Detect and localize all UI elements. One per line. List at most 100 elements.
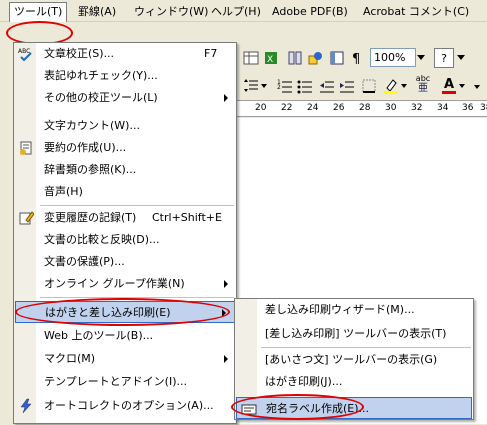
menu-item-notation-check[interactable]: 表記ゆれチェック(Y)...: [14, 65, 236, 87]
menu-item-show-greeting-toolbar[interactable]: [あいさつ文] ツールバーの表示(G): [235, 349, 473, 371]
menu-window[interactable]: ウィンドウ(W): [130, 3, 212, 20]
menu-item-show-mail-merge-toolbar[interactable]: [差し込み印刷] ツールバーの表示(T): [235, 323, 473, 345]
track-changes-icon: [18, 210, 35, 226]
menu-item-protect-document[interactable]: 文書の保護(P)...: [14, 251, 236, 273]
svg-text:X: X: [267, 55, 273, 65]
phonetic-abc-label: abc: [415, 73, 431, 83]
columns-icon[interactable]: [286, 48, 304, 68]
menu-acrobat-comments[interactable]: Acrobat コメント(C): [359, 3, 473, 20]
svg-text:ABC: ABC: [18, 48, 30, 55]
tools-menu: ABC 文章校正(S)... F7 表記ゆれチェック(Y)... その他の校正ツ…: [13, 42, 237, 424]
formatting-toolbar: 12 abc 亜 A: [236, 72, 487, 100]
menu-item-label: その他の校正ツール(L): [44, 91, 158, 104]
menu-separator: [40, 205, 234, 206]
menu-item-postcard-print[interactable]: はがき印刷(J)...: [235, 371, 473, 393]
menu-item-other-proofing-tools[interactable]: その他の校正ツール(L): [14, 87, 236, 109]
menu-item-label: テンプレートとアドイン(I)...: [44, 375, 187, 388]
document-map-icon[interactable]: [328, 48, 346, 68]
line-spacing-icon[interactable]: [242, 76, 260, 96]
horizontal-ruler[interactable]: 8 20 22 24 26 28 30 32 34 36 38: [232, 100, 487, 117]
excel-sheet-icon[interactable]: X: [262, 48, 280, 68]
submenu-arrow-icon: [224, 355, 228, 363]
menu-item-dictionary[interactable]: 辞書類の参照(K)...: [14, 159, 236, 181]
menu-item-address-label[interactable]: 宛名ラベル作成(E)...: [236, 397, 472, 419]
menu-item-autosummarize[interactable]: 要約の作成(U)...: [14, 137, 236, 159]
menu-item-mail-merge-wizard[interactable]: 差し込み印刷ウィザード(M)...: [235, 299, 473, 321]
menu-item-label: はがきと差し込み印刷(E): [45, 306, 171, 319]
menu-item-label: [あいさつ文] ツールバーの表示(G): [265, 353, 438, 366]
zoom-select[interactable]: 100%: [370, 48, 416, 67]
decrease-indent-icon[interactable]: [318, 76, 336, 96]
menu-item-letters-mailings[interactable]: はがきと差し込み印刷(E): [15, 301, 235, 323]
menu-item-label: 差し込み印刷ウィザード(M)...: [265, 303, 415, 316]
menu-item-label: オンライン グループ作業(N): [44, 277, 185, 290]
numbering-icon[interactable]: 12: [276, 76, 294, 96]
phonetic-kanji-glyph: 亜: [418, 82, 428, 94]
ruler-tick: 20: [255, 103, 267, 113]
toolbar-options-icon[interactable]: [472, 76, 482, 96]
menu-item-proofing[interactable]: ABC 文章校正(S)... F7: [14, 43, 236, 65]
phonetic-guide-icon[interactable]: abc 亜: [412, 74, 434, 94]
border-icon[interactable]: [360, 76, 378, 96]
menu-bar: ツール(T) 罫線(A) ウィンドウ(W) ヘルプ(H) Adobe PDF(B…: [0, 0, 487, 22]
menu-item-label: [差し込み印刷] ツールバーの表示(T): [265, 327, 447, 340]
menu-item-label: はがき印刷(J)...: [265, 375, 343, 388]
menu-item-label: 変更履歴の記録(T): [44, 211, 137, 224]
menu-item-label: 表記ゆれチェック(Y)...: [44, 69, 158, 82]
menu-item-partial[interactable]: [14, 419, 236, 425]
menu-item-label: 辞書類の参照(K)...: [44, 163, 137, 176]
autosummarize-icon: [18, 140, 34, 156]
insert-table-icon[interactable]: [242, 48, 260, 68]
menu-item-label: 音声(H): [44, 185, 83, 198]
font-color-icon[interactable]: A: [440, 76, 458, 96]
menu-item-label: Web 上のツール(B)...: [44, 329, 154, 342]
ruler-tick: 36: [462, 103, 474, 113]
menu-item-online-collaboration[interactable]: オンライン グループ作業(N): [14, 273, 236, 295]
bullets-icon[interactable]: [296, 76, 314, 96]
menu-item-label: 文字カウント(W)...: [44, 119, 140, 132]
standard-toolbar: X ¶ 100% ?: [236, 44, 487, 72]
font-color-dropdown-icon[interactable]: [458, 76, 466, 96]
ruler-tick: 26: [333, 103, 345, 113]
menu-adobe-pdf[interactable]: Adobe PDF(B): [268, 3, 352, 20]
menu-item-label: 文書の保護(P)...: [44, 255, 125, 268]
ruler-tick: 22: [281, 103, 293, 113]
menu-item-speech[interactable]: 音声(H): [14, 181, 236, 203]
spelling-check-icon: ABC: [18, 46, 34, 62]
ruler-tick: 30: [385, 103, 397, 113]
help-dropdown-icon[interactable]: [456, 48, 466, 68]
menu-item-autocorrect-options[interactable]: オートコレクトのオプション(A)...: [14, 395, 236, 417]
submenu-arrow-icon: [224, 94, 228, 102]
menu-table[interactable]: 罫線(A): [74, 3, 120, 20]
menu-item-web-tools[interactable]: Web 上のツール(B)...: [14, 325, 236, 347]
menu-item-compare-merge[interactable]: 文書の比較と反映(D)...: [14, 229, 236, 251]
menu-item-word-count[interactable]: 文字カウント(W)...: [14, 115, 236, 137]
menu-item-shortcut: F7: [204, 47, 218, 60]
line-spacing-dropdown-icon[interactable]: [260, 76, 268, 96]
menu-separator: [40, 297, 234, 298]
menu-tools[interactable]: ツール(T): [9, 2, 68, 22]
ruler-tick: 28: [359, 103, 371, 113]
label-icon: [241, 401, 257, 417]
highlight-dropdown-icon[interactable]: [400, 76, 408, 96]
svg-text:2: 2: [277, 84, 281, 91]
svg-text:¶: ¶: [352, 52, 360, 66]
help-button[interactable]: ?: [434, 48, 454, 68]
zoom-dropdown-icon[interactable]: [416, 48, 426, 68]
increase-indent-icon[interactable]: [338, 76, 356, 96]
menu-item-track-changes[interactable]: 変更履歴の記録(T) Ctrl+Shift+E: [14, 207, 236, 229]
drawing-icon[interactable]: [306, 48, 324, 68]
submenu-arrow-icon: [224, 280, 228, 288]
left-edge: [0, 44, 14, 424]
show-hide-icon[interactable]: ¶: [348, 48, 366, 68]
highlight-icon[interactable]: [382, 76, 400, 96]
lightning-bolt-icon: [18, 398, 34, 414]
menu-item-label: 宛名ラベル作成(E)...: [266, 402, 370, 415]
menu-item-label: 要約の作成(U)...: [44, 141, 127, 154]
menu-item-macro[interactable]: マクロ(M): [14, 348, 236, 370]
ruler-tick: 32: [411, 103, 423, 113]
menu-help[interactable]: ヘルプ(H): [207, 3, 265, 20]
font-color-letter: A: [443, 77, 455, 92]
menu-item-templates-addins[interactable]: テンプレートとアドイン(I)...: [14, 371, 236, 393]
menu-item-label: 文書の比較と反映(D)...: [44, 233, 160, 246]
